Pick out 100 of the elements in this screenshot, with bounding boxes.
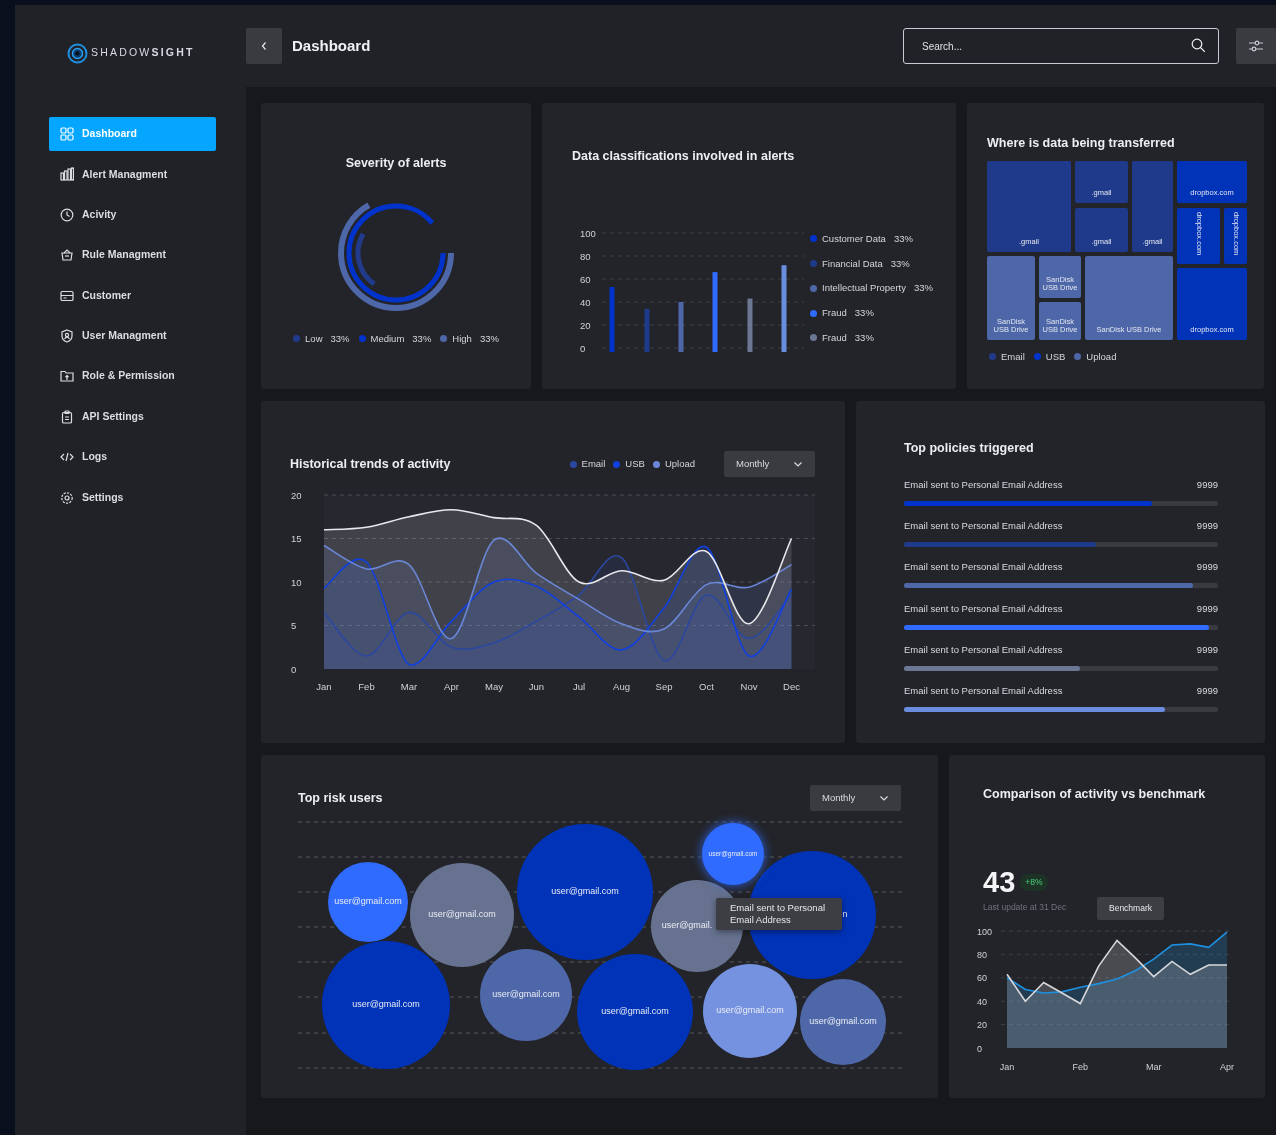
- axis-label: 10: [291, 576, 302, 588]
- legend-label: Email: [581, 456, 606, 471]
- card-title: Where is data being transferred: [987, 135, 1176, 152]
- basket-icon: [60, 248, 74, 263]
- nav-item[interactable]: Logs: [49, 440, 216, 475]
- policy-label: Email sent to Personal Email Address: [904, 560, 1063, 575]
- policy-label: Email sent to Personal Email Address: [904, 518, 1063, 533]
- legend-label: High: [452, 331, 472, 346]
- card-title: Data classifications involved in alerts: [572, 148, 796, 165]
- legend-value: 33%: [854, 330, 874, 345]
- legend-label: USB: [625, 456, 645, 471]
- axis-label: Nov: [740, 681, 758, 692]
- bar-chart-icon: [60, 167, 74, 182]
- search-field[interactable]: Search...: [903, 28, 1219, 64]
- policy-count: 9999: [1196, 642, 1218, 657]
- axis-label: May: [485, 681, 503, 692]
- axis-label: Oct: [699, 681, 714, 692]
- policy-count: 9999: [1196, 601, 1218, 616]
- axis-label: 100: [580, 227, 596, 239]
- axis-label: Mar: [1145, 1061, 1162, 1072]
- legend-label: Email: [1001, 349, 1025, 364]
- axis-label: 60: [580, 273, 591, 285]
- nav-item[interactable]: API Settings: [49, 399, 216, 434]
- bubble-label: user@gmail.: [661, 919, 713, 933]
- axis-label: Jan: [316, 681, 332, 692]
- period-dropdown[interactable]: Monthly: [810, 785, 901, 811]
- legend-label: Financial Data: [822, 256, 883, 271]
- legend-label: USB: [1045, 349, 1066, 364]
- legend-value: 33%: [893, 231, 913, 246]
- bubble-label: user@gmail.com: [428, 908, 496, 922]
- nav-item[interactable]: Role & Permission: [49, 359, 216, 394]
- bubble-label: user@gmail.com: [551, 885, 619, 899]
- card-title: Comparison of activity vs benchmark: [983, 786, 1207, 803]
- nav-item[interactable]: Alert Managment: [49, 157, 216, 192]
- legend-label: Medium: [370, 331, 405, 346]
- settings-icon: [60, 490, 74, 505]
- legend-label: Low: [305, 331, 323, 346]
- update-note: Last update at 31 Dec: [983, 900, 1067, 914]
- legend-value: 33%: [330, 331, 350, 346]
- axis-label: 5: [291, 620, 297, 631]
- card-title: Historical trends of activity: [290, 455, 451, 473]
- legend-value: 33%: [913, 281, 933, 296]
- search-icon: [1191, 38, 1206, 53]
- legend-label: Upload: [1086, 349, 1117, 364]
- axis-label: Jan: [999, 1061, 1015, 1072]
- axis-label: Jun: [528, 681, 545, 692]
- axis-label: Jul: [572, 681, 586, 692]
- change-badge: +8%: [1020, 873, 1048, 891]
- bubble-label: user@gmail.com: [352, 998, 420, 1012]
- filter-button[interactable]: [1236, 28, 1276, 64]
- policy-count: 9999: [1196, 477, 1218, 492]
- axis-label: 0: [977, 1043, 982, 1053]
- policy-label: Email sent to Personal Email Address: [904, 684, 1063, 699]
- axis-label: 100: [977, 926, 993, 936]
- legend-label: Intellectual Property: [822, 281, 906, 296]
- bubble-label: user@gmail.com: [601, 1005, 669, 1019]
- tooltip: Email sent to Personal Email Address: [716, 898, 842, 930]
- axis-label: Feb: [1072, 1061, 1089, 1072]
- nav-item[interactable]: Customer: [49, 278, 216, 313]
- folder-icon: [60, 369, 74, 384]
- axis-label: Mar: [400, 681, 418, 692]
- logo-icon: [67, 42, 88, 64]
- nav-item[interactable]: Settings: [49, 480, 216, 515]
- bubble-label: user@gmail.com: [492, 988, 560, 1002]
- bubble-label: user@gmail.com: [334, 895, 402, 909]
- axis-label: 20: [580, 319, 591, 331]
- axis-label: 60: [977, 972, 987, 983]
- legend-value: 33%: [479, 331, 499, 346]
- axis-label: 40: [977, 996, 987, 1007]
- card-title: Top risk users: [298, 789, 383, 807]
- period-dropdown[interactable]: Monthly: [724, 451, 815, 477]
- clock-icon: [60, 207, 74, 222]
- axis-label: Sep: [655, 681, 673, 692]
- sliders-icon: [1248, 39, 1264, 53]
- axis-label: Apr: [1220, 1061, 1234, 1072]
- axis-label: Dec: [783, 681, 800, 692]
- metric-value: 43: [983, 867, 1016, 897]
- nav-item[interactable]: Rule Managment: [49, 238, 216, 273]
- axis-label: 40: [580, 296, 591, 308]
- bar: [644, 308, 650, 352]
- policy-count: 9999: [1196, 560, 1218, 575]
- axis-label: 20: [977, 1019, 987, 1030]
- bar: [747, 298, 753, 352]
- policy-label: Email sent to Personal Email Address: [904, 477, 1063, 492]
- axis-label: 15: [291, 533, 302, 544]
- logo-text: SHADOWSIGHT: [91, 45, 195, 61]
- chevron-left-icon: [260, 41, 268, 51]
- grid-icon: [60, 127, 74, 141]
- legend-value: 33%: [890, 256, 910, 271]
- axis-label: Aug: [613, 681, 630, 692]
- nav-item[interactable]: User Managment: [49, 318, 216, 353]
- bar: [678, 301, 684, 352]
- policy-count: 9999: [1196, 684, 1218, 699]
- bar: [609, 286, 615, 352]
- legend-value: 33%: [854, 306, 874, 320]
- policy-label: Email sent to Personal Email Address: [904, 642, 1063, 657]
- card-title: Severity of alerts: [345, 155, 447, 172]
- policy-count: 9999: [1196, 518, 1218, 533]
- legend-label: Customer Data: [822, 231, 886, 246]
- nav-item[interactable]: Acivity: [49, 197, 216, 232]
